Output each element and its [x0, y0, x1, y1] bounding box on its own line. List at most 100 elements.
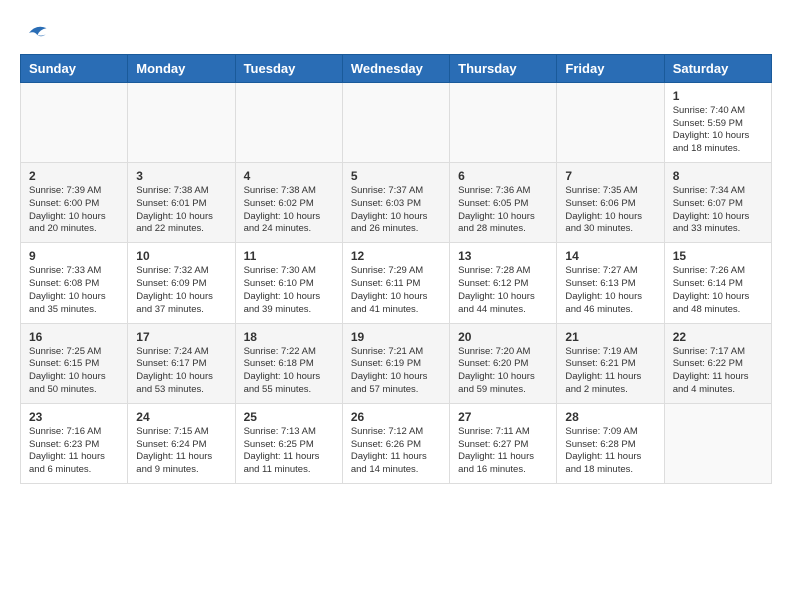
calendar-cell: 24 Sunrise: 7:15 AM Sunset: 6:24 PM Dayli…	[128, 403, 235, 483]
day-number: 16	[29, 330, 119, 344]
day-info: Sunrise: 7:11 AM Sunset: 6:27 PM Dayligh…	[458, 426, 548, 477]
day-number: 28	[565, 410, 655, 424]
day-number: 13	[458, 249, 548, 263]
calendar-cell: 3Sunrise: 7:38 AM Sunset: 6:01 PM Daylig…	[128, 163, 235, 243]
day-number: 23	[29, 410, 119, 424]
day-info: Sunrise: 7:28 AM Sunset: 6:12 PM Dayligh…	[458, 265, 548, 316]
day-info: Sunrise: 7:21 AM Sunset: 6:19 PM Dayligh…	[351, 346, 441, 397]
day-info: Sunrise: 7:35 AM Sunset: 6:06 PM Dayligh…	[565, 185, 655, 236]
calendar-cell: 14 Sunrise: 7:27 AM Sunset: 6:13 PM Dayli…	[557, 243, 664, 323]
calendar-cell: 20 Sunrise: 7:20 AM Sunset: 6:20 PM Dayli…	[450, 323, 557, 403]
day-number: 22	[673, 330, 763, 344]
day-info: Sunrise: 7:22 AM Sunset: 6:18 PM Dayligh…	[244, 346, 334, 397]
weekday-header-tuesday: Tuesday	[235, 54, 342, 82]
calendar-cell: 12 Sunrise: 7:29 AM Sunset: 6:11 PM Dayli…	[342, 243, 449, 323]
day-info: Sunrise: 7:34 AM Sunset: 6:07 PM Dayligh…	[673, 185, 763, 236]
calendar-cell: 16 Sunrise: 7:25 AM Sunset: 6:15 PM Dayli…	[21, 323, 128, 403]
calendar-week-row: 9 Sunrise: 7:33 AM Sunset: 6:08 PM Daylig…	[21, 243, 772, 323]
weekday-header-monday: Monday	[128, 54, 235, 82]
day-number: 27	[458, 410, 548, 424]
day-info: Sunrise: 7:09 AM Sunset: 6:28 PM Dayligh…	[565, 426, 655, 477]
day-info: Sunrise: 7:30 AM Sunset: 6:10 PM Dayligh…	[244, 265, 334, 316]
day-number: 24	[136, 410, 226, 424]
day-number: 11	[244, 249, 334, 263]
day-info: Sunrise: 7:24 AM Sunset: 6:17 PM Dayligh…	[136, 346, 226, 397]
logo	[20, 20, 50, 44]
day-info: Sunrise: 7:19 AM Sunset: 6:21 PM Dayligh…	[565, 346, 655, 397]
calendar-header-row: SundayMondayTuesdayWednesdayThursdayFrid…	[21, 54, 772, 82]
day-info: Sunrise: 7:16 AM Sunset: 6:23 PM Dayligh…	[29, 426, 119, 477]
weekday-header-saturday: Saturday	[664, 54, 771, 82]
calendar-cell	[557, 82, 664, 162]
calendar-cell: 11 Sunrise: 7:30 AM Sunset: 6:10 PM Dayli…	[235, 243, 342, 323]
day-number: 4	[244, 169, 334, 183]
day-number: 7	[565, 169, 655, 183]
day-info: Sunrise: 7:17 AM Sunset: 6:22 PM Dayligh…	[673, 346, 763, 397]
calendar-cell: 7 Sunrise: 7:35 AM Sunset: 6:06 PM Daylig…	[557, 163, 664, 243]
day-number: 25	[244, 410, 334, 424]
day-info: Sunrise: 7:15 AM Sunset: 6:24 PM Dayligh…	[136, 426, 226, 477]
calendar-cell: 23 Sunrise: 7:16 AM Sunset: 6:23 PM Dayli…	[21, 403, 128, 483]
calendar-cell: 19 Sunrise: 7:21 AM Sunset: 6:19 PM Dayli…	[342, 323, 449, 403]
day-number: 5	[351, 169, 441, 183]
day-info: Sunrise: 7:32 AM Sunset: 6:09 PM Dayligh…	[136, 265, 226, 316]
weekday-header-wednesday: Wednesday	[342, 54, 449, 82]
day-number: 19	[351, 330, 441, 344]
calendar-cell: 6 Sunrise: 7:36 AM Sunset: 6:05 PM Daylig…	[450, 163, 557, 243]
calendar-cell: 27 Sunrise: 7:11 AM Sunset: 6:27 PM Dayli…	[450, 403, 557, 483]
calendar-cell: 9 Sunrise: 7:33 AM Sunset: 6:08 PM Daylig…	[21, 243, 128, 323]
calendar-cell: 5 Sunrise: 7:37 AM Sunset: 6:03 PM Daylig…	[342, 163, 449, 243]
day-info: Sunrise: 7:33 AM Sunset: 6:08 PM Dayligh…	[29, 265, 119, 316]
day-number: 8	[673, 169, 763, 183]
calendar-cell	[128, 82, 235, 162]
day-number: 1	[673, 89, 763, 103]
calendar-week-row: 16 Sunrise: 7:25 AM Sunset: 6:15 PM Dayli…	[21, 323, 772, 403]
calendar-cell: 25 Sunrise: 7:13 AM Sunset: 6:25 PM Dayli…	[235, 403, 342, 483]
calendar-cell	[342, 82, 449, 162]
day-number: 10	[136, 249, 226, 263]
calendar-cell: 22 Sunrise: 7:17 AM Sunset: 6:22 PM Dayli…	[664, 323, 771, 403]
calendar-cell: 26 Sunrise: 7:12 AM Sunset: 6:26 PM Dayli…	[342, 403, 449, 483]
page-header	[20, 20, 772, 44]
day-info: Sunrise: 7:39 AM Sunset: 6:00 PM Dayligh…	[29, 185, 119, 236]
calendar-cell: 4Sunrise: 7:38 AM Sunset: 6:02 PM Daylig…	[235, 163, 342, 243]
day-number: 15	[673, 249, 763, 263]
calendar-cell: 1 Sunrise: 7:40 AM Sunset: 5:59 PM Daylig…	[664, 82, 771, 162]
day-number: 17	[136, 330, 226, 344]
calendar-cell: 28 Sunrise: 7:09 AM Sunset: 6:28 PM Dayli…	[557, 403, 664, 483]
day-number: 3	[136, 169, 226, 183]
weekday-header-thursday: Thursday	[450, 54, 557, 82]
day-info: Sunrise: 7:40 AM Sunset: 5:59 PM Dayligh…	[673, 105, 763, 156]
calendar-cell	[235, 82, 342, 162]
calendar-cell: 18 Sunrise: 7:22 AM Sunset: 6:18 PM Dayli…	[235, 323, 342, 403]
weekday-header-friday: Friday	[557, 54, 664, 82]
day-number: 9	[29, 249, 119, 263]
day-info: Sunrise: 7:12 AM Sunset: 6:26 PM Dayligh…	[351, 426, 441, 477]
day-info: Sunrise: 7:36 AM Sunset: 6:05 PM Dayligh…	[458, 185, 548, 236]
logo-bird-icon	[22, 22, 50, 44]
day-number: 2	[29, 169, 119, 183]
day-info: Sunrise: 7:26 AM Sunset: 6:14 PM Dayligh…	[673, 265, 763, 316]
day-info: Sunrise: 7:25 AM Sunset: 6:15 PM Dayligh…	[29, 346, 119, 397]
calendar-cell: 17 Sunrise: 7:24 AM Sunset: 6:17 PM Dayli…	[128, 323, 235, 403]
day-number: 18	[244, 330, 334, 344]
day-info: Sunrise: 7:20 AM Sunset: 6:20 PM Dayligh…	[458, 346, 548, 397]
weekday-header-sunday: Sunday	[21, 54, 128, 82]
day-number: 14	[565, 249, 655, 263]
calendar-cell: 2 Sunrise: 7:39 AM Sunset: 6:00 PM Daylig…	[21, 163, 128, 243]
day-number: 20	[458, 330, 548, 344]
calendar-cell: 13 Sunrise: 7:28 AM Sunset: 6:12 PM Dayli…	[450, 243, 557, 323]
day-number: 26	[351, 410, 441, 424]
day-number: 12	[351, 249, 441, 263]
day-info: Sunrise: 7:37 AM Sunset: 6:03 PM Dayligh…	[351, 185, 441, 236]
calendar-week-row: 2 Sunrise: 7:39 AM Sunset: 6:00 PM Daylig…	[21, 163, 772, 243]
day-number: 21	[565, 330, 655, 344]
calendar-cell: 15 Sunrise: 7:26 AM Sunset: 6:14 PM Dayli…	[664, 243, 771, 323]
day-info: Sunrise: 7:29 AM Sunset: 6:11 PM Dayligh…	[351, 265, 441, 316]
day-number: 6	[458, 169, 548, 183]
calendar-week-row: 1 Sunrise: 7:40 AM Sunset: 5:59 PM Daylig…	[21, 82, 772, 162]
day-info: Sunrise: 7:13 AM Sunset: 6:25 PM Dayligh…	[244, 426, 334, 477]
calendar-cell: 10 Sunrise: 7:32 AM Sunset: 6:09 PM Dayli…	[128, 243, 235, 323]
day-info: Sunrise: 7:27 AM Sunset: 6:13 PM Dayligh…	[565, 265, 655, 316]
calendar-cell	[21, 82, 128, 162]
